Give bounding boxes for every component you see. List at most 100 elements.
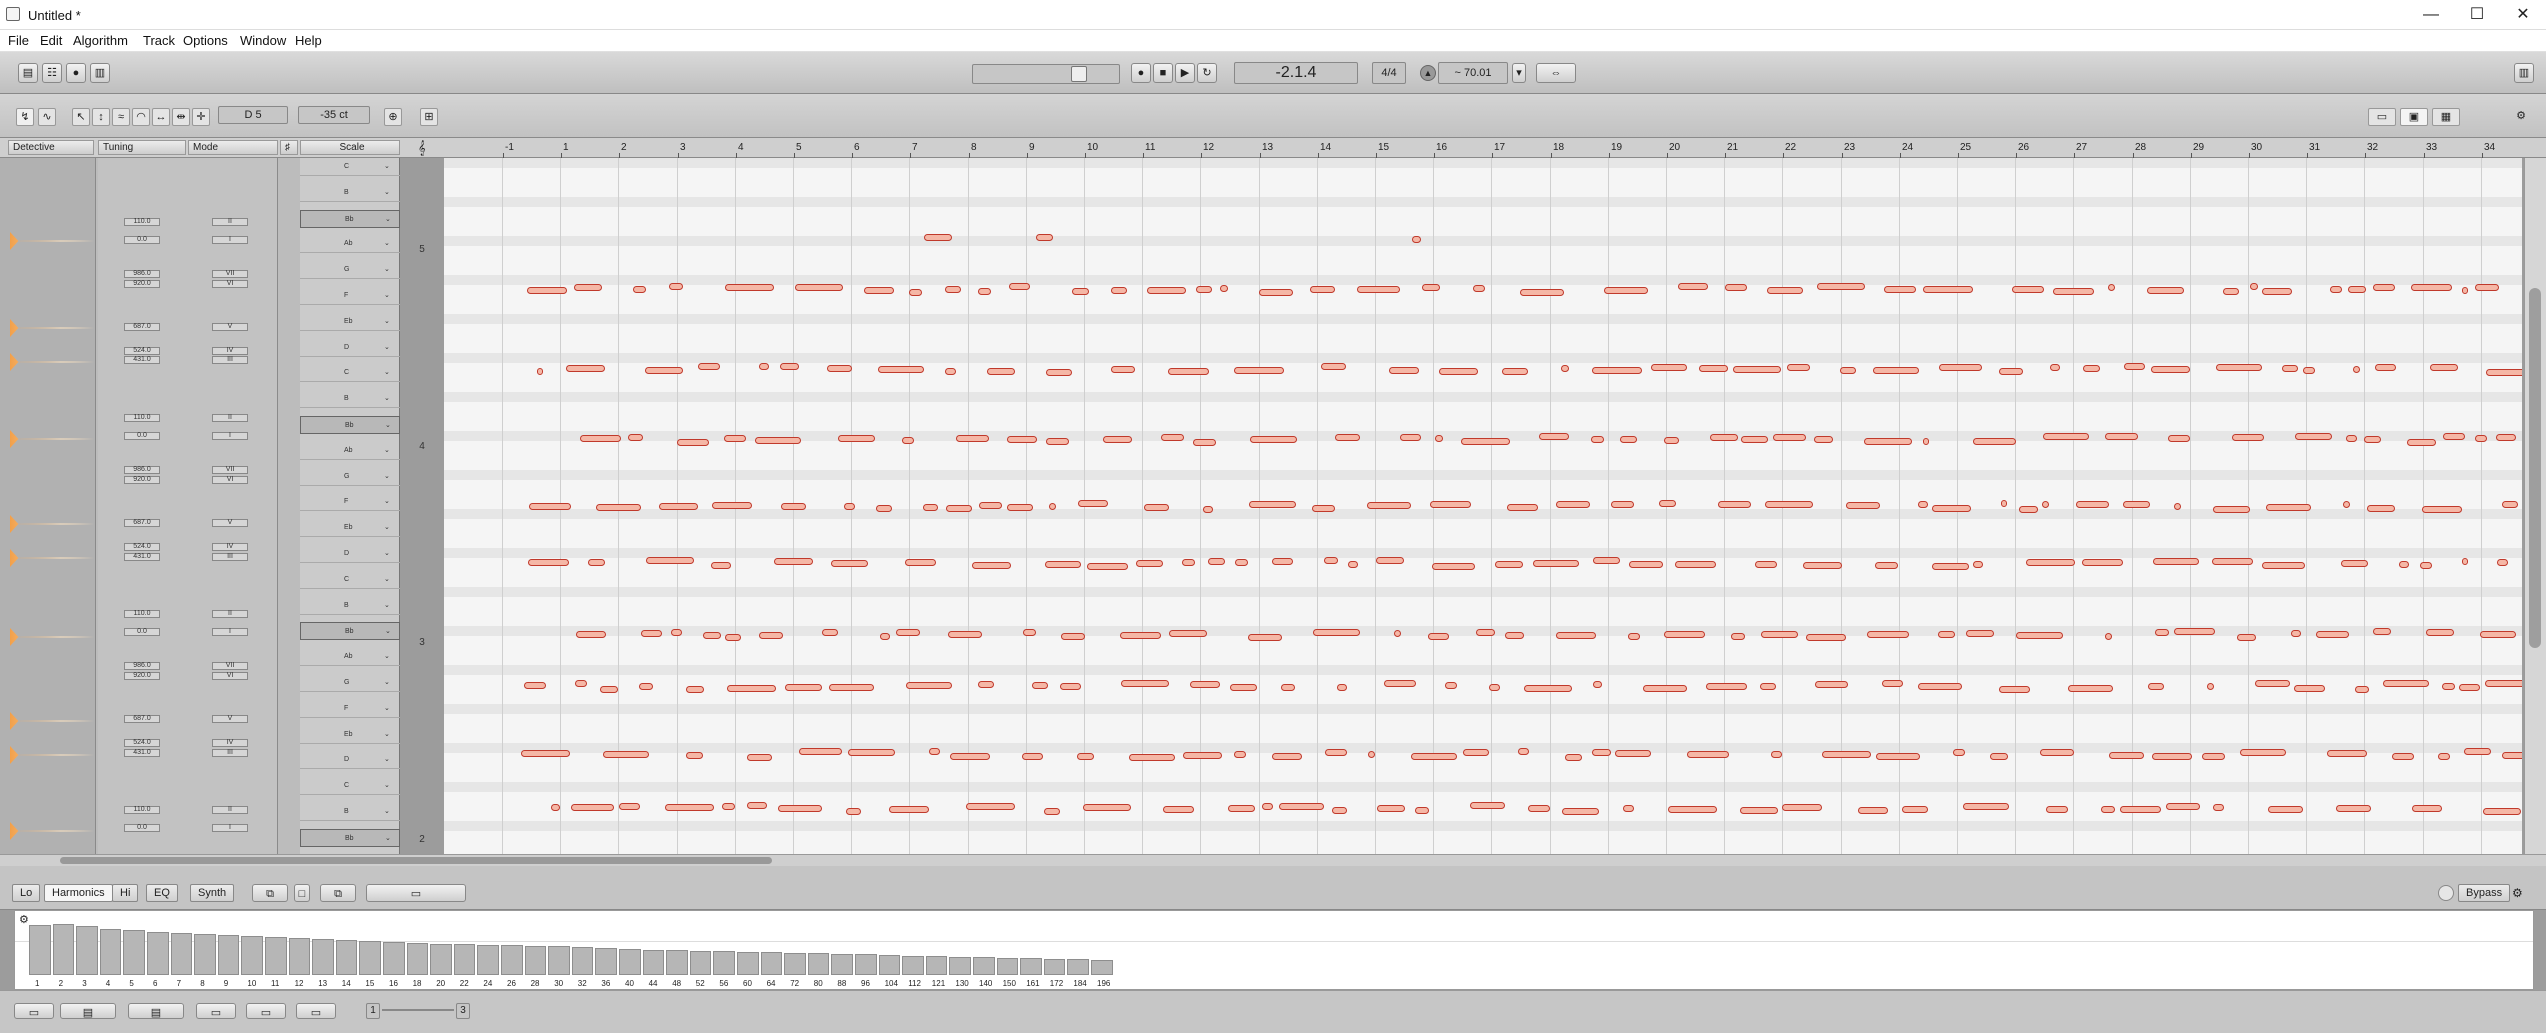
bypass-knob-icon[interactable] [2438, 885, 2454, 901]
note-blob[interactable] [2153, 558, 2199, 565]
note-blob[interactable] [950, 753, 990, 760]
harmonic-bar[interactable] [642, 950, 665, 975]
note-blob[interactable] [2213, 804, 2224, 811]
note-blob[interactable] [2216, 364, 2262, 371]
note-blob[interactable] [1938, 631, 1955, 638]
note-blob[interactable] [1394, 630, 1401, 637]
note-blob[interactable] [846, 808, 861, 815]
tempo-display[interactable]: ~ 70.01 [1438, 62, 1508, 84]
note-editor[interactable] [444, 158, 2522, 854]
note-blob[interactable] [1664, 631, 1705, 638]
note-blob[interactable] [2266, 504, 2311, 511]
note-blob[interactable] [1765, 501, 1813, 508]
chevron-down-icon[interactable]: ⌄ [384, 313, 390, 331]
note-blob[interactable] [1963, 803, 2009, 810]
note-blob[interactable] [2147, 287, 2184, 294]
note-blob[interactable] [1111, 366, 1135, 373]
note-blob[interactable] [1384, 680, 1416, 687]
lower-gear-icon[interactable]: ⚙ [2512, 886, 2523, 900]
note-blob[interactable] [1220, 285, 1228, 292]
note-blob[interactable] [2207, 683, 2214, 690]
note-blob[interactable] [2496, 434, 2516, 441]
note-blob[interactable] [1875, 562, 1898, 569]
harmonic-bar[interactable] [760, 952, 783, 975]
note-blob[interactable] [1136, 560, 1163, 567]
tab-synth[interactable]: Synth [190, 884, 235, 902]
tuning-value[interactable]: 986.0 [124, 662, 160, 670]
zoom-fit-icon[interactable]: ▣ [2400, 108, 2428, 126]
note-blob[interactable] [1643, 685, 1687, 692]
note-blob[interactable] [671, 629, 682, 636]
note-blob[interactable] [1312, 505, 1335, 512]
note-blob[interactable] [978, 288, 991, 295]
note-blob[interactable] [1412, 236, 1421, 243]
note-blob[interactable] [2202, 753, 2225, 760]
note-blob[interactable] [829, 684, 874, 691]
note-blob[interactable] [2294, 685, 2325, 692]
volume-slider-thumb[interactable] [1071, 66, 1087, 82]
solo-icon[interactable]: □ [294, 884, 310, 902]
mode-value[interactable]: V [212, 323, 248, 331]
note-blob[interactable] [1045, 561, 1081, 568]
cents-field[interactable]: -35 ct [298, 106, 370, 124]
note-blob[interactable] [848, 749, 895, 756]
scale-header[interactable]: Scale [300, 140, 400, 155]
note-blob[interactable] [1430, 501, 1471, 508]
note-blob[interactable] [759, 632, 783, 639]
note-blob[interactable] [1591, 436, 1604, 443]
note-blob[interactable] [2348, 286, 2366, 293]
scale-note-row[interactable]: C ⌄ [300, 571, 400, 589]
note-blob[interactable] [2336, 805, 2371, 812]
tab-hi[interactable]: Hi [112, 884, 139, 902]
mode-value[interactable]: VII [212, 662, 248, 670]
note-blob[interactable] [527, 287, 567, 294]
note-blob[interactable] [822, 629, 838, 636]
scale-note-row[interactable]: D ⌄ [300, 751, 400, 770]
note-blob[interactable] [1760, 683, 1776, 690]
note-blob[interactable] [2497, 559, 2508, 566]
note-blob[interactable] [2262, 288, 2292, 295]
note-blob[interactable] [2364, 436, 2381, 443]
position-display[interactable]: -2.1.4 [1234, 62, 1358, 84]
chevron-down-icon[interactable]: ⌄ [384, 803, 390, 821]
harmonic-bar[interactable] [147, 932, 169, 975]
tuning-value[interactable]: 110.0 [124, 806, 160, 814]
note-blob[interactable] [1876, 753, 1920, 760]
note-blob[interactable] [978, 681, 994, 688]
note-blob[interactable] [2174, 628, 2215, 635]
note-blob[interactable] [2464, 748, 2491, 755]
chevron-down-icon[interactable]: ⌄ [384, 726, 390, 744]
mode-value[interactable]: I [212, 824, 248, 832]
note-blob[interactable] [2355, 686, 2369, 693]
chevron-down-icon[interactable]: ⌄ [384, 235, 390, 253]
note-blob[interactable] [1725, 284, 1747, 291]
note-blob[interactable] [906, 682, 952, 689]
tuning-value[interactable]: 986.0 [124, 466, 160, 474]
tuning-value[interactable]: 431.0 [124, 356, 160, 364]
note-blob[interactable] [1009, 283, 1030, 290]
page-slider[interactable] [382, 1009, 454, 1011]
play-icon[interactable]: ▶ [1175, 63, 1195, 83]
correct-pitch-icon[interactable]: ⊕ [384, 108, 402, 126]
note-blob[interactable] [1733, 366, 1781, 373]
chevron-down-icon[interactable]: ⌄ [384, 287, 390, 305]
scale-note-row[interactable]: C ⌄ [300, 364, 400, 383]
pitch-tool-icon[interactable]: ↕ [92, 108, 110, 126]
note-blob[interactable] [1230, 684, 1257, 691]
note-blob[interactable] [2250, 283, 2258, 290]
note-blob[interactable] [1321, 363, 1346, 370]
tempo-dropdown-icon[interactable]: ▾ [1512, 63, 1526, 83]
tuning-value[interactable]: 110.0 [124, 610, 160, 618]
note-blob[interactable] [1518, 748, 1529, 755]
note-blob[interactable] [1867, 631, 1909, 638]
note-blob[interactable] [1439, 368, 1478, 375]
note-blob[interactable] [628, 434, 643, 441]
harmonic-bar[interactable] [76, 926, 98, 975]
note-blob[interactable] [2373, 284, 2395, 291]
mode-value[interactable]: IV [212, 739, 248, 747]
note-blob[interactable] [1022, 753, 1043, 760]
note-blob[interactable] [1279, 803, 1324, 810]
note-blob[interactable] [2152, 753, 2192, 760]
note-blob[interactable] [1422, 284, 1440, 291]
note-blob[interactable] [1755, 561, 1777, 568]
